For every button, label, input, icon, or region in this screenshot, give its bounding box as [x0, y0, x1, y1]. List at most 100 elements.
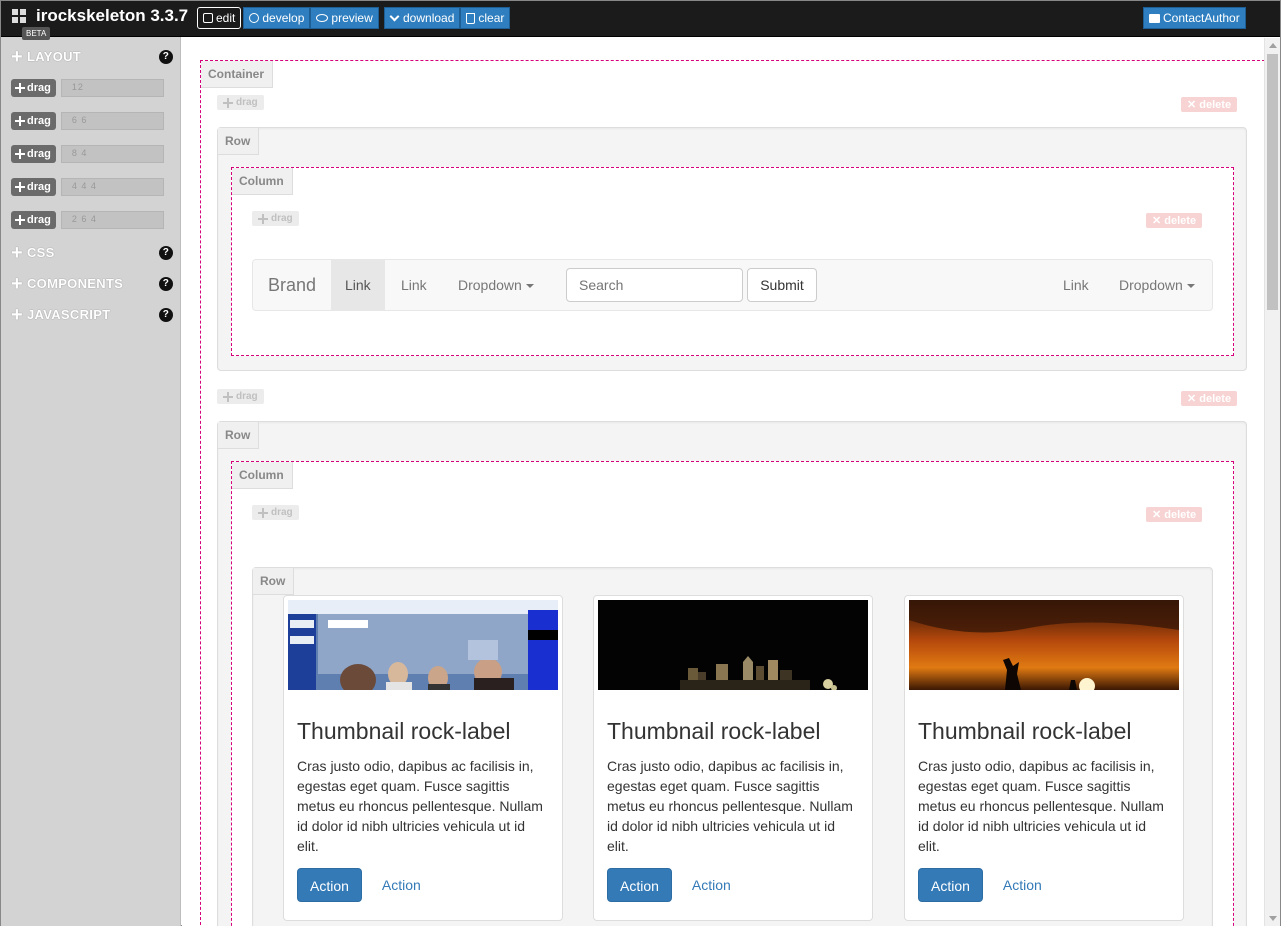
- navbar-brand[interactable]: Brand: [268, 275, 316, 296]
- thumbnail-image-sunset: [909, 600, 1179, 690]
- edit-button[interactable]: edit: [197, 7, 242, 29]
- thumbnail-action-button[interactable]: Action: [918, 868, 983, 902]
- app-title: irockskeleton 3.3.7: [36, 6, 189, 25]
- top-toolbar: irockskeleton 3.3.7 BETA edit develop pr…: [1, 1, 1280, 40]
- eye-icon: [316, 14, 329, 22]
- clear-button[interactable]: clear: [460, 7, 511, 29]
- layout-item-8-4: drag 8 4: [11, 145, 164, 163]
- drag-handle[interactable]: drag: [11, 79, 56, 97]
- plus-icon: +: [11, 45, 23, 68]
- help-icon[interactable]: ?: [159, 49, 173, 64]
- scrollbar-thumb[interactable]: [1267, 54, 1278, 310]
- navbar-dropdown[interactable]: Dropdown: [444, 260, 548, 310]
- design-canvas: Container drag ✕ delete Row Column drag …: [182, 38, 1264, 926]
- develop-button[interactable]: develop: [243, 7, 311, 29]
- preview-button[interactable]: preview: [310, 7, 379, 29]
- thumbnail-action-button[interactable]: Action: [607, 868, 672, 902]
- help-icon[interactable]: ?: [159, 245, 173, 260]
- sidebar-section-css[interactable]: + CSS ?: [11, 241, 173, 264]
- column-label: Column: [232, 462, 293, 489]
- grid-layout-input[interactable]: 2 6 4: [60, 211, 164, 229]
- move-icon: [15, 215, 25, 225]
- thumbnail-title: Thumbnail rock-label: [297, 718, 511, 744]
- thumbnail-body: Cras justo odio, dapibus ac facilisis in…: [918, 758, 1164, 854]
- vertical-scrollbar[interactable]: [1264, 38, 1280, 926]
- navbar-link[interactable]: Link: [387, 260, 441, 310]
- row-label: Row: [218, 128, 260, 155]
- column-delete-button[interactable]: ✕ delete: [1146, 507, 1203, 522]
- row-label: Row: [218, 422, 260, 449]
- thumbnail-card: Thumbnail rock-label Cras justo odio, da…: [593, 595, 873, 921]
- chevron-down-icon: [390, 13, 400, 23]
- column-drag-handle[interactable]: drag: [252, 505, 299, 520]
- navbar-link-active[interactable]: Link: [331, 260, 385, 310]
- help-icon[interactable]: ?: [159, 307, 173, 322]
- thumbnail-image-city-night: [598, 600, 868, 690]
- row-block: Row Column drag ✕ delete Brand Link Link…: [217, 127, 1247, 371]
- thumbnail-image-subway: [288, 600, 558, 690]
- navbar-submit-button[interactable]: Submit: [747, 268, 817, 302]
- grid-layout-input[interactable]: 12: [60, 79, 164, 97]
- sidebar-section-components[interactable]: + COMPONENTS ?: [11, 274, 173, 294]
- move-icon: [15, 149, 25, 159]
- move-icon: [223, 391, 233, 402]
- navbar: Brand Link Link Dropdown Submit Link Dro…: [252, 259, 1213, 311]
- move-icon: [223, 97, 233, 108]
- row-drag-handle[interactable]: drag: [217, 389, 264, 404]
- thumbnail-action-button[interactable]: Action: [297, 868, 362, 902]
- thumbnail-title: Thumbnail rock-label: [918, 718, 1132, 744]
- drag-handle[interactable]: drag: [11, 112, 56, 130]
- download-button[interactable]: download: [384, 7, 461, 29]
- nested-row-block: Row Thumbnail rock-label Cras justo odio…: [252, 567, 1213, 926]
- column-label: Column: [232, 168, 293, 195]
- comment-icon: [1149, 13, 1160, 23]
- thumbnail-action-link[interactable]: Action: [1003, 877, 1042, 893]
- move-icon: [15, 83, 25, 93]
- grid-layout-input[interactable]: 6 6: [60, 112, 164, 130]
- row-delete-button[interactable]: ✕ delete: [1181, 391, 1238, 406]
- thumbnail-action-link[interactable]: Action: [382, 877, 421, 893]
- column-block: Column drag ✕ delete Brand Link Link Dro…: [231, 167, 1234, 356]
- move-icon: [258, 213, 268, 224]
- row-delete-button[interactable]: ✕ delete: [1181, 97, 1238, 112]
- contact-author-button[interactable]: ContactAuthor: [1143, 7, 1246, 29]
- grid-layout-input[interactable]: 8 4: [60, 145, 164, 163]
- drag-handle[interactable]: drag: [11, 211, 56, 229]
- layout-item-4-4-4: drag 4 4 4: [11, 178, 164, 196]
- navbar-right-link[interactable]: Link: [1049, 260, 1103, 310]
- thumbnail-card: Thumbnail rock-label Cras justo odio, da…: [283, 595, 563, 921]
- grid-layout-input[interactable]: 4 4 4: [60, 178, 164, 196]
- layout-item-6-6: drag 6 6: [11, 112, 164, 130]
- container-label: Container: [201, 61, 274, 88]
- plus-icon: +: [11, 241, 23, 264]
- drag-handle[interactable]: drag: [11, 178, 56, 196]
- caret-down-icon: [1186, 284, 1195, 289]
- develop-icon: [249, 13, 260, 23]
- beta-badge: BETA: [22, 27, 51, 40]
- drag-handle[interactable]: drag: [11, 145, 56, 163]
- sidebar: + LAYOUT ? drag 12 drag 6 6 drag 8 4 dra…: [1, 37, 181, 926]
- help-icon[interactable]: ?: [159, 276, 173, 291]
- thumbnail-action-link[interactable]: Action: [692, 877, 731, 893]
- thumbnail-title: Thumbnail rock-label: [607, 718, 821, 744]
- scroll-up-arrow-icon[interactable]: [1269, 43, 1277, 48]
- sidebar-section-javascript[interactable]: + JAVASCRIPT ?: [11, 303, 173, 326]
- caret-down-icon: [525, 284, 534, 289]
- move-icon: [15, 182, 25, 192]
- column-delete-button[interactable]: ✕ delete: [1146, 213, 1203, 228]
- row-label: Row: [253, 568, 295, 595]
- row-drag-handle[interactable]: drag: [217, 95, 264, 110]
- thumbnail-body: Cras justo odio, dapibus ac facilisis in…: [607, 758, 853, 854]
- layout-item-2-6-4: drag 2 6 4: [11, 211, 164, 229]
- column-drag-handle[interactable]: drag: [252, 211, 299, 226]
- plus-icon: +: [11, 303, 23, 326]
- layout-item-12: drag 12: [11, 79, 164, 97]
- edit-icon: [203, 13, 213, 23]
- move-icon: [258, 507, 268, 518]
- windows-logo-icon: [12, 9, 26, 23]
- navbar-search-input[interactable]: [566, 268, 743, 302]
- scroll-down-arrow-icon[interactable]: [1269, 916, 1277, 921]
- navbar-right-dropdown[interactable]: Dropdown: [1105, 260, 1209, 310]
- row-block: Row Column drag ✕ delete Row Thumbnail r…: [217, 421, 1247, 926]
- sidebar-section-layout[interactable]: + LAYOUT ?: [11, 45, 173, 68]
